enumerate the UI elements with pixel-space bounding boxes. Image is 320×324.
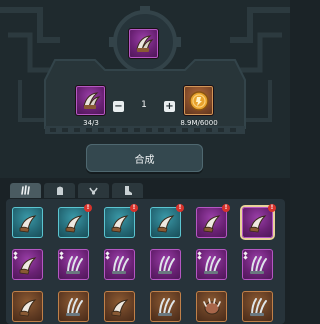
glove-icon [57,186,63,195]
tier-stars [197,251,203,260]
fang-icon [111,298,128,316]
claw-icon [111,255,129,274]
tab-gloves[interactable] [44,183,75,198]
fang-icon [19,298,36,316]
inventory-item[interactable] [104,249,135,280]
inventory-item[interactable] [104,291,135,322]
decrease-quantity-button[interactable]: − [113,101,124,112]
craft-target-slot[interactable] [128,28,159,59]
necklace-icon [89,187,98,195]
inventory-item[interactable] [196,249,227,280]
crafting-panel: 34/3 − 1 + 8.9M/6000 合成 [0,0,290,178]
inventory-item[interactable] [150,249,181,280]
inventory-item[interactable]: ! [242,204,276,238]
tab-boots[interactable] [112,183,143,198]
material-slot[interactable] [75,85,106,116]
inventory-item[interactable] [242,249,273,280]
inventory-item[interactable]: ! [58,204,92,238]
fang-icon [19,214,36,232]
alert-badge: ! [130,204,138,212]
gold-cost-slot [183,85,214,116]
tier-stars [59,251,65,260]
claw-icon [157,297,175,316]
alert-badge: ! [268,204,276,212]
inventory-item[interactable]: ! [150,204,184,238]
fang-icon [111,214,128,232]
inventory-item[interactable] [12,291,43,322]
fang-icon [203,214,220,232]
claw-icon [135,34,153,52]
gold-coin-icon [188,90,209,111]
fang-icon [65,214,82,232]
category-tabs [10,183,143,198]
claw-icon [65,297,83,316]
inventory-panel: !!!!! [0,180,290,324]
alert-badge: ! [176,204,184,212]
inventory-item[interactable] [12,207,43,238]
alert-badge: ! [84,204,92,212]
claw-icon [65,255,83,274]
inventory-item[interactable]: ! [196,204,230,238]
tab-necklaces[interactable] [78,183,109,198]
paw-icon [202,297,221,314]
tier-stars [13,251,19,260]
claw-icon [249,255,267,274]
claw-icon [203,255,221,274]
material-count: 34/3 [83,119,99,127]
boot-icon [125,186,132,195]
inventory-item[interactable] [196,291,227,322]
tier-stars [105,251,111,260]
inventory-item[interactable] [150,291,181,322]
claw-icon [249,297,267,316]
quantity-value: 1 [141,100,147,110]
claw-icon [82,91,100,109]
inventory-item[interactable] [242,291,273,322]
claw-icon [21,185,30,195]
inventory-item[interactable] [58,291,89,322]
claw-icon [157,255,175,274]
increase-quantity-button[interactable]: + [164,101,175,112]
item-grid: !!!!! [6,199,285,324]
fang-icon [19,256,36,274]
fang-icon [157,214,174,232]
craft-button[interactable]: 合成 [86,144,203,172]
tier-stars [243,251,249,260]
inventory-item[interactable]: ! [104,204,138,238]
gold-count: 8.9M/6000 [180,119,218,127]
fang-icon [249,214,266,232]
inventory-item[interactable] [58,249,89,280]
tab-claws[interactable] [10,183,41,198]
alert-badge: ! [222,204,230,212]
inventory-item[interactable] [12,249,43,280]
